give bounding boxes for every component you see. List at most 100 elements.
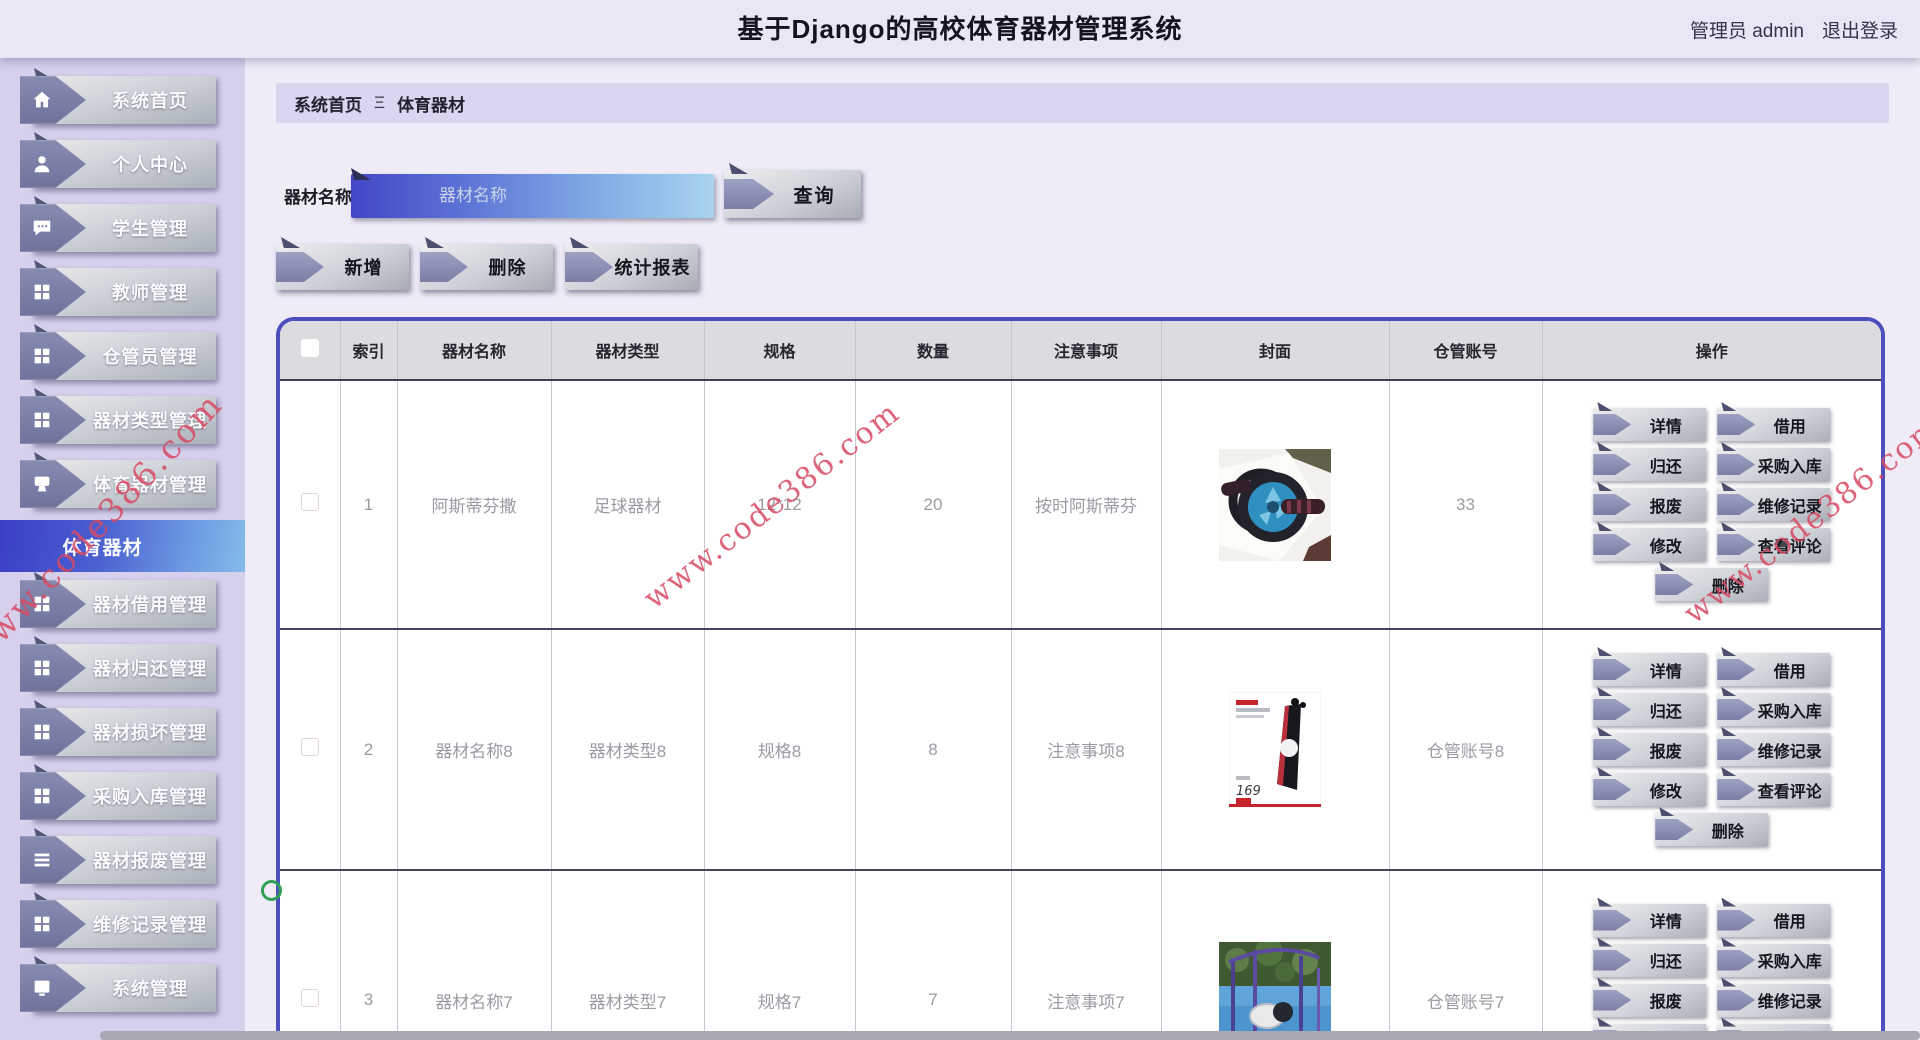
cover-image-ab-wheel [1219, 448, 1331, 561]
row-select-cell [280, 870, 341, 1040]
sidebar-item-label: 体育器材管理 [93, 475, 207, 495]
cell-name: 器材名称8 [397, 629, 552, 871]
breadcrumb-separator-icon: Ξ [374, 93, 386, 112]
sidebar-item-label: 体育器材 [62, 537, 143, 559]
delete-button[interactable]: 删除 [420, 237, 553, 290]
sidebar-item-label: 器材借用管理 [93, 595, 207, 615]
purchase-inbound-button[interactable]: 采购入库 [1717, 442, 1831, 481]
breadcrumb-current: 体育器材 [397, 95, 466, 115]
arrow-decoration [565, 252, 613, 282]
repair-record-button[interactable]: 维修记录 [1717, 977, 1831, 1017]
scrap-button[interactable]: 报废 [1593, 977, 1707, 1017]
cell-name: 器材名称7 [397, 870, 552, 1040]
cover-image-situp-board: 169 [1229, 691, 1321, 808]
edit-button[interactable]: 修改 [1593, 767, 1707, 806]
sidebar-item-borrow-mgmt[interactable]: 器材借用管理 [20, 572, 216, 628]
cell-account: 仓管账号7 [1389, 870, 1543, 1040]
logout-link[interactable]: 退出登录 [1822, 16, 1898, 43]
cell-index: 1 [340, 380, 398, 630]
top-bar: 基于Django的高校体育器材管理系统 管理员 admin 退出登录 [0, 0, 1920, 58]
horizontal-scrollbar[interactable] [100, 1031, 1920, 1040]
green-marker-dot [261, 880, 282, 901]
detail-button[interactable]: 详情 [1593, 647, 1707, 686]
scrap-button[interactable]: 报废 [1593, 727, 1707, 766]
sidebar-item-students[interactable]: 学生管理 [20, 196, 216, 252]
sidebar-item-label: 器材损坏管理 [93, 723, 207, 743]
sidebar-item-label: 采购入库管理 [93, 787, 207, 807]
equipment-table: 索引 器材名称 器材类型 规格 数量 注意事项 封面 仓管账号 操作 1 阿斯蒂… [276, 317, 1885, 1040]
cell-account: 33 [1389, 380, 1543, 630]
return-button[interactable]: 归还 [1593, 687, 1707, 726]
cell-notes: 注意事项8 [1011, 629, 1162, 871]
cell-name: 阿斯蒂芬撒 [397, 380, 552, 630]
table-header-row: 索引 器材名称 器材类型 规格 数量 注意事项 封面 仓管账号 操作 [280, 321, 1881, 381]
return-button[interactable]: 归还 [1593, 937, 1707, 977]
table-row: 2 器材名称8 器材类型8 规格8 8 注意事项8 169 仓管账号8 详情 借… [280, 629, 1881, 871]
query-button[interactable]: 查询 [724, 163, 861, 218]
view-comments-button[interactable]: 查看评论 [1717, 522, 1831, 561]
cell-spec: 12*12 [704, 380, 856, 630]
sidebar-item-equipment-types[interactable]: 器材类型管理 [20, 388, 216, 444]
arrow-decoration [420, 252, 468, 282]
column-header-notes: 注意事项 [1011, 321, 1162, 381]
select-all-checkbox[interactable] [300, 338, 319, 357]
row-checkbox[interactable] [300, 988, 319, 1007]
cover-image-playground [1219, 942, 1331, 1040]
edit-button[interactable]: 修改 [1593, 522, 1707, 561]
detail-button[interactable]: 详情 [1593, 897, 1707, 937]
report-button[interactable]: 统计报表 [565, 237, 698, 290]
select-all-cell [280, 321, 341, 381]
sidebar-item-system-mgmt[interactable]: 系统管理 [20, 956, 216, 1012]
add-button-label: 新增 [344, 258, 383, 278]
sidebar: 系统首页 个人中心 学生管理 教师管理 仓管员管理 器材类型管理 体育器材管理 … [0, 58, 245, 1040]
sidebar-item-sports-equipment-mgmt[interactable]: 体育器材管理 [20, 452, 216, 508]
borrow-button[interactable]: 借用 [1717, 402, 1831, 441]
row-delete-button[interactable]: 删除 [1655, 807, 1769, 846]
page-title: 基于Django的高校体育器材管理系统 [737, 14, 1183, 44]
view-comments-button[interactable]: 查看评论 [1717, 767, 1831, 806]
sidebar-item-sports-equipment-active[interactable]: 体育器材 [0, 520, 245, 572]
cell-index: 2 [340, 629, 398, 871]
page-root: 基于Django的高校体育器材管理系统 管理员 admin 退出登录 系统首页 … [0, 0, 1920, 1040]
repair-record-button[interactable]: 维修记录 [1717, 482, 1831, 521]
column-header-index: 索引 [340, 321, 398, 381]
arrow-decoration [276, 252, 324, 282]
add-button[interactable]: 新增 [276, 237, 409, 290]
breadcrumb-home[interactable]: 系统首页 [294, 91, 362, 116]
search-field-label: 器材名称 [284, 188, 352, 207]
sidebar-item-profile[interactable]: 个人中心 [20, 132, 216, 188]
borrow-button[interactable]: 借用 [1717, 647, 1831, 686]
purchase-inbound-button[interactable]: 采购入库 [1717, 687, 1831, 726]
column-header-account: 仓管账号 [1389, 321, 1543, 381]
cell-type: 器材类型8 [551, 629, 705, 871]
cell-type: 足球器材 [551, 380, 705, 630]
sidebar-item-return-mgmt[interactable]: 器材归还管理 [20, 636, 216, 692]
scrap-button[interactable]: 报废 [1593, 482, 1707, 521]
cell-qty: 8 [855, 629, 1012, 871]
cell-type: 器材类型7 [551, 870, 705, 1040]
fold-decoration [425, 237, 444, 248]
purchase-inbound-button[interactable]: 采购入库 [1717, 937, 1831, 977]
repair-record-button[interactable]: 维修记录 [1717, 727, 1831, 766]
sidebar-item-scrap-mgmt[interactable]: 器材报废管理 [20, 828, 216, 884]
sidebar-item-warehouse-admins[interactable]: 仓管员管理 [20, 324, 216, 380]
report-button-label: 统计报表 [614, 258, 691, 278]
detail-button[interactable]: 详情 [1593, 402, 1707, 441]
sidebar-item-label: 个人中心 [112, 155, 188, 175]
row-checkbox[interactable] [300, 493, 319, 511]
sidebar-item-home[interactable]: 系统首页 [20, 68, 216, 124]
return-button[interactable]: 归还 [1593, 442, 1707, 481]
fold-decoration [570, 237, 589, 248]
row-delete-button[interactable]: 删除 [1655, 562, 1769, 601]
sidebar-item-teachers[interactable]: 教师管理 [20, 260, 216, 316]
equipment-name-input[interactable] [351, 174, 714, 218]
sidebar-item-label: 器材归还管理 [93, 659, 207, 679]
table-row: 1 阿斯蒂芬撒 足球器材 12*12 20 按时阿斯蒂芬 33 详情 借用 归还… [280, 380, 1881, 630]
sidebar-item-repair-records[interactable]: 维修记录管理 [20, 892, 216, 948]
borrow-button[interactable]: 借用 [1717, 897, 1831, 937]
sidebar-item-damage-mgmt[interactable]: 器材损坏管理 [20, 700, 216, 756]
column-header-cover: 封面 [1161, 321, 1390, 381]
sidebar-item-purchase-inbound[interactable]: 采购入库管理 [20, 764, 216, 820]
row-checkbox[interactable] [300, 738, 319, 756]
arrow-decoration [724, 179, 774, 209]
